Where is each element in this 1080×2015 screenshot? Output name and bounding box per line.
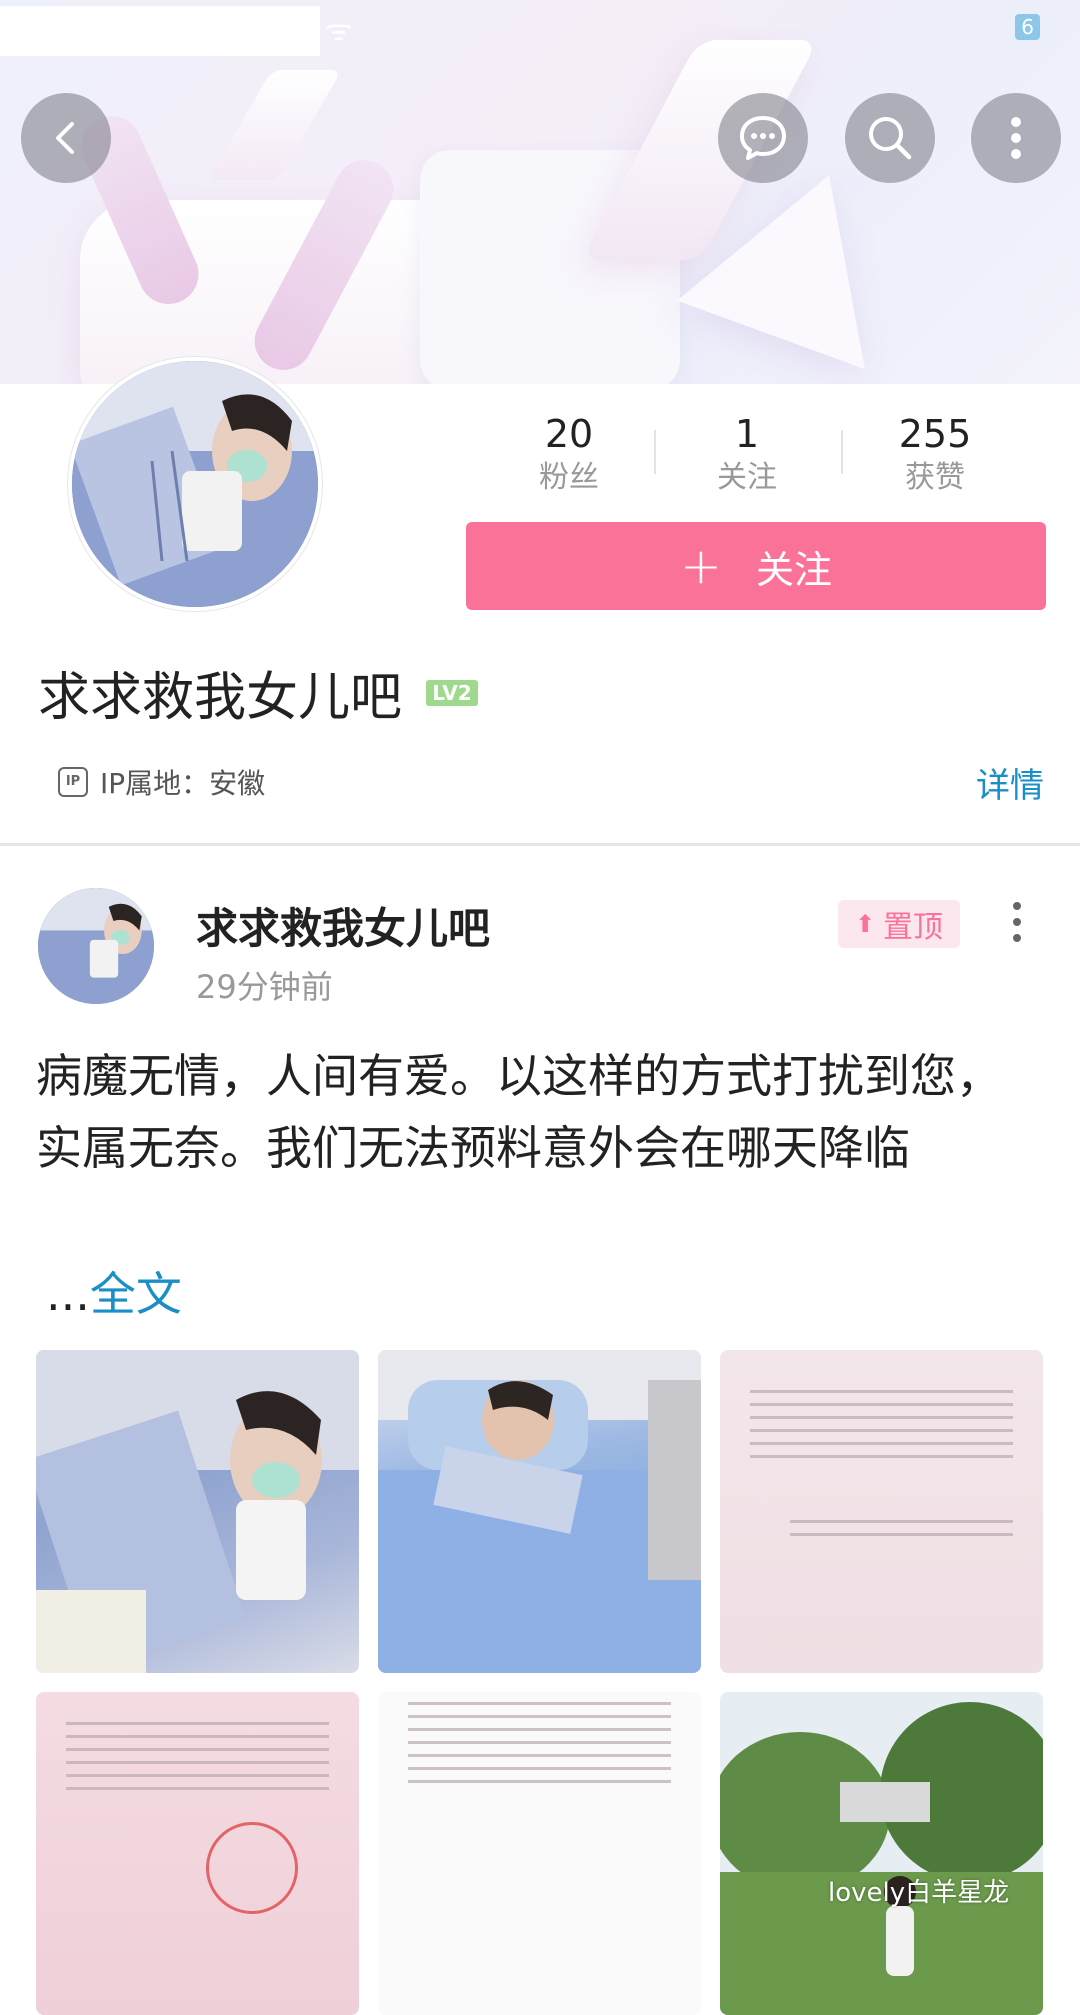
dot-icon bbox=[1013, 934, 1021, 942]
wifi-icon: ᯤ bbox=[325, 13, 353, 48]
following-count: 1 bbox=[734, 412, 760, 456]
post-timestamp: 29分钟前 bbox=[196, 968, 333, 1006]
document-text-lines bbox=[66, 1722, 329, 1800]
followers-label: 粉丝 bbox=[539, 460, 599, 495]
profile-avatar[interactable] bbox=[68, 357, 322, 611]
document-text-lines bbox=[790, 1520, 1013, 1546]
battery-indicator: 6 bbox=[1015, 14, 1040, 40]
ip-location: IP IP属地：安徽 bbox=[58, 762, 265, 802]
post-image[interactable] bbox=[720, 1350, 1043, 1673]
patient-photo bbox=[378, 1350, 701, 1673]
post-image[interactable] bbox=[378, 1692, 701, 2015]
patient-photo bbox=[36, 1350, 359, 1673]
post-author-name[interactable]: 求求救我女儿吧 bbox=[196, 895, 490, 956]
pin-arrow-icon: ⬆ bbox=[854, 910, 876, 938]
post-image[interactable] bbox=[378, 1350, 701, 1673]
pinned-label: 置顶 bbox=[883, 910, 944, 945]
follow-button[interactable]: + 关注 bbox=[466, 522, 1046, 610]
post-author-avatar[interactable] bbox=[38, 888, 154, 1004]
stat-following[interactable]: 1 关注 bbox=[667, 410, 827, 498]
profile-username: 求求救我女儿吧 bbox=[38, 668, 403, 728]
outdoor-photo bbox=[720, 1692, 1043, 2015]
post-image[interactable] bbox=[720, 1692, 1043, 2015]
document-text-lines bbox=[750, 1390, 1013, 1468]
expand-row: ...全文 bbox=[46, 1258, 182, 1324]
banner-decoration bbox=[208, 70, 342, 180]
stat-divider bbox=[841, 430, 843, 474]
chat-bubble-icon bbox=[740, 116, 786, 160]
followers-count: 20 bbox=[544, 412, 594, 456]
post-image[interactable] bbox=[36, 1692, 359, 2015]
stat-followers[interactable]: 20 粉丝 bbox=[489, 410, 649, 498]
stat-likes[interactable]: 255 获赞 bbox=[855, 410, 1015, 498]
dot-icon bbox=[1013, 918, 1021, 926]
post-more-button[interactable] bbox=[1010, 902, 1024, 942]
status-bar-left bbox=[0, 6, 320, 56]
avatar-photo bbox=[72, 361, 318, 607]
likes-label: 获赞 bbox=[905, 460, 965, 495]
post-body: 病魔无情，人间有爱。以这样的方式打扰到您，实属无奈。我们无法预料意外会在哪天降临 bbox=[36, 1049, 1002, 1175]
document-text-lines bbox=[408, 1702, 671, 1793]
section-divider bbox=[0, 843, 1080, 846]
more-vertical-icon bbox=[1011, 117, 1021, 159]
search-button[interactable] bbox=[845, 93, 935, 183]
search-icon bbox=[869, 117, 912, 160]
follow-label: 关注 bbox=[755, 547, 832, 592]
pinned-badge: ⬆ 置顶 bbox=[838, 900, 960, 948]
details-link[interactable]: 详情 bbox=[976, 758, 1044, 807]
stat-divider bbox=[654, 430, 656, 474]
ip-location-text: IP属地：安徽 bbox=[100, 767, 266, 800]
red-seal-stamp bbox=[206, 1822, 298, 1914]
dot-icon bbox=[1013, 902, 1021, 910]
level-badge: LV2 bbox=[426, 680, 478, 706]
full-text-link[interactable]: 全文 bbox=[90, 1267, 182, 1321]
profile-banner: ᯤ 6 bbox=[0, 0, 1080, 384]
more-button[interactable] bbox=[971, 93, 1061, 183]
back-button[interactable] bbox=[21, 93, 111, 183]
plus-icon: + bbox=[680, 537, 722, 595]
watermark: lovely白羊星龙 bbox=[828, 1878, 1010, 1908]
avatar-photo bbox=[38, 888, 154, 1004]
likes-count: 255 bbox=[898, 412, 972, 456]
ellipsis: ... bbox=[46, 1267, 90, 1321]
post-image[interactable] bbox=[36, 1350, 359, 1673]
message-button[interactable] bbox=[718, 93, 808, 183]
back-arrow-icon bbox=[56, 122, 74, 154]
following-label: 关注 bbox=[717, 460, 777, 495]
ip-icon: IP bbox=[58, 767, 88, 797]
